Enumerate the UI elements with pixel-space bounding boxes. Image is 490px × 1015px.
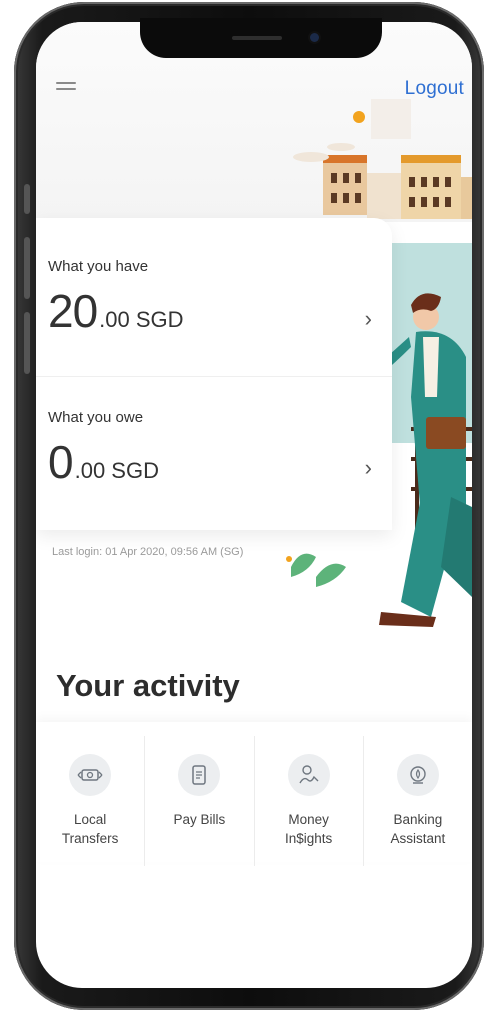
- speaker-grille: [232, 36, 282, 40]
- chevron-right-icon[interactable]: ›: [365, 306, 372, 332]
- what-you-have-amount: 20.00 SGD: [48, 284, 184, 338]
- local-transfers-label-1: Local: [73, 812, 107, 827]
- volume-down-button: [24, 312, 30, 374]
- assistant-icon: [396, 754, 439, 796]
- what-you-have-label: What you have: [48, 258, 149, 275]
- what-you-have-amount-dec: .00 SGD: [99, 307, 184, 332]
- money-insights-button[interactable]: Money In$ights: [255, 736, 364, 866]
- pay-bills-button[interactable]: Pay Bills: [145, 736, 255, 866]
- your-activity-heading: Your activity: [56, 668, 240, 703]
- local-transfers-label-2: Transfers: [61, 831, 119, 846]
- what-you-owe-label: What you owe: [48, 409, 144, 426]
- local-transfers-button[interactable]: Local Transfers: [36, 736, 146, 866]
- mute-switch: [24, 184, 30, 214]
- banking-assistant-label-2: Assistant: [390, 831, 446, 846]
- hamburger-menu-icon[interactable]: [56, 82, 76, 96]
- last-login-text: Last login: 01 Apr 2020, 09:56 AM (SG): [52, 546, 244, 558]
- banking-assistant-button[interactable]: Banking Assistant: [364, 736, 472, 866]
- balance-cards: What you have 20.00 SGD › What you owe 0…: [36, 218, 392, 530]
- chevron-right-icon[interactable]: ›: [365, 455, 372, 481]
- activity-shortcuts: Local Transfers Pay Bills Money In$ights B…: [36, 722, 472, 866]
- volume-up-button: [24, 237, 30, 299]
- money-insights-label-2: In$ights: [284, 831, 333, 846]
- what-you-owe-amount-dec: .00 SGD: [74, 458, 159, 483]
- transfer-icon: [69, 754, 112, 796]
- what-you-have-card[interactable]: What you have 20.00 SGD ›: [36, 218, 392, 377]
- money-insights-label-1: Money: [288, 812, 329, 827]
- banking-assistant-label-1: Banking: [393, 812, 443, 827]
- bill-icon: [178, 754, 221, 796]
- pay-bills-label-1: Pay Bills: [173, 812, 226, 827]
- what-you-have-amount-int: 20: [48, 285, 98, 337]
- phone-notch: [140, 18, 382, 58]
- what-you-owe-amount: 0.00 SGD: [48, 435, 159, 489]
- app-screen: Logout What you have 20.00 SGD › What yo…: [36, 22, 472, 988]
- insights-icon: [287, 754, 330, 796]
- what-you-owe-card[interactable]: What you owe 0.00 SGD ›: [36, 377, 392, 535]
- what-you-owe-amount-int: 0: [48, 436, 74, 488]
- front-camera: [310, 33, 319, 42]
